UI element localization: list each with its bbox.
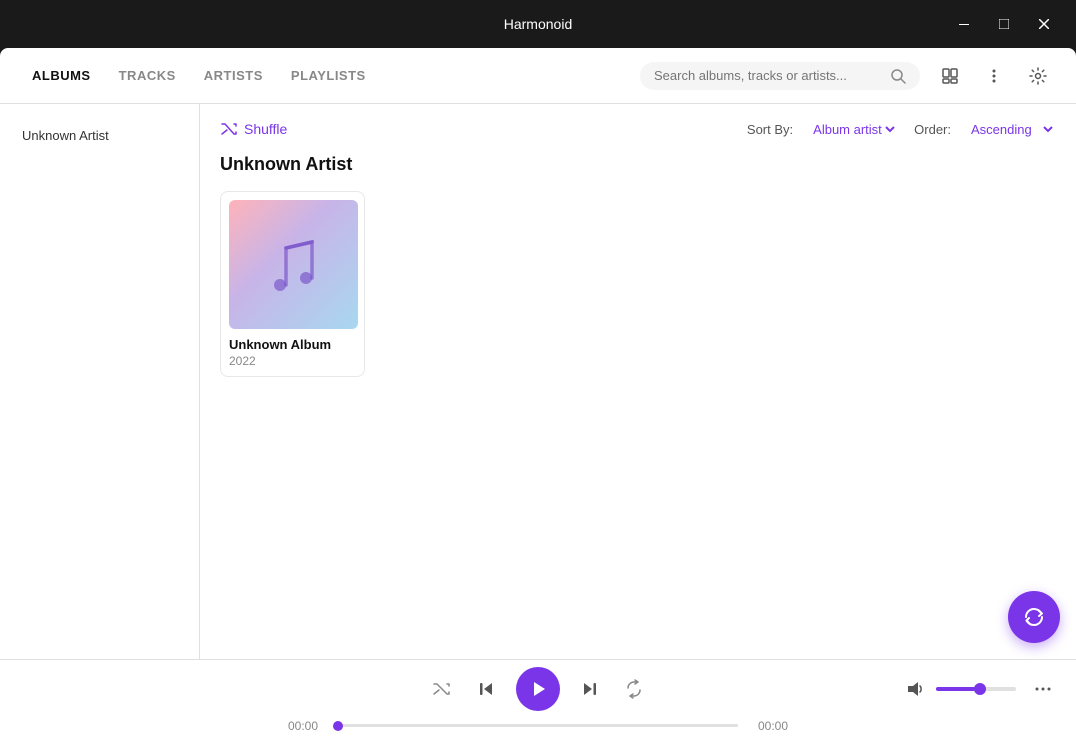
player-shuffle-button[interactable] <box>428 675 456 703</box>
player-shuffle-icon <box>432 679 452 699</box>
album-title: Unknown Album <box>229 337 356 352</box>
player-next-icon <box>580 679 600 699</box>
maximize-button[interactable] <box>988 8 1020 40</box>
time-total: 00:00 <box>748 719 788 733</box>
tab-albums[interactable]: ALBUMS <box>20 60 103 91</box>
player-bar: 00:00 00:00 <box>0 659 1076 739</box>
window-controls <box>948 8 1060 40</box>
progress-track[interactable] <box>338 724 738 727</box>
player-more-icon <box>1034 680 1052 698</box>
minimize-button[interactable] <box>948 8 980 40</box>
top-nav-icons <box>932 58 1056 94</box>
content-header: Shuffle Sort By: Album artist Title Year… <box>220 120 1056 138</box>
volume-button[interactable] <box>902 676 928 702</box>
top-nav: ALBUMS TRACKS ARTISTS PLAYLISTS <box>0 48 1076 104</box>
app-title: Harmonoid <box>504 16 572 32</box>
album-card[interactable]: Unknown Album 2022 <box>220 191 365 377</box>
player-more-button[interactable] <box>1030 676 1056 702</box>
album-year: 2022 <box>229 354 356 368</box>
player-repeat-button[interactable] <box>620 675 648 703</box>
search-container <box>640 62 920 90</box>
volume-slider[interactable] <box>936 687 1016 691</box>
content-area: Unknown Artist Shuffle Sort By: Album ar… <box>0 104 1076 659</box>
progress-container: 00:00 00:00 <box>288 719 788 733</box>
sidebar: Unknown Artist <box>0 104 200 659</box>
volume-icon <box>906 680 924 698</box>
tab-playlists[interactable]: PLAYLISTS <box>279 60 378 91</box>
player-play-button[interactable] <box>516 667 560 711</box>
order-label: Order: <box>914 122 951 137</box>
shuffle-button[interactable]: Shuffle <box>220 120 287 138</box>
player-prev-button[interactable] <box>472 675 500 703</box>
volume-control <box>902 676 1016 702</box>
close-button[interactable] <box>1028 8 1060 40</box>
search-input[interactable] <box>654 68 882 83</box>
nav-tabs: ALBUMS TRACKS ARTISTS PLAYLISTS <box>20 60 640 91</box>
more-options-button[interactable] <box>976 58 1012 94</box>
sort-select[interactable]: Album artist Title Year <box>809 121 898 138</box>
player-controls <box>20 667 1056 711</box>
music-note-icon <box>264 230 324 300</box>
artist-heading: Unknown Artist <box>220 154 1056 175</box>
library-icon-button[interactable] <box>932 58 968 94</box>
album-art <box>229 200 358 329</box>
progress-thumb <box>333 721 343 731</box>
order-select[interactable]: Ascending Descending <box>967 121 1056 138</box>
player-play-icon <box>529 680 547 698</box>
app-container: ALBUMS TRACKS ARTISTS PLAYLISTS <box>0 48 1076 739</box>
player-prev-icon <box>476 679 496 699</box>
sort-label: Sort By: <box>747 122 793 137</box>
tab-artists[interactable]: ARTISTS <box>192 60 275 91</box>
search-icon <box>890 68 906 84</box>
main-content: Shuffle Sort By: Album artist Title Year… <box>200 104 1076 659</box>
refresh-button[interactable] <box>1008 591 1060 643</box>
sidebar-item-unknown-artist[interactable]: Unknown Artist <box>12 120 187 151</box>
titlebar: Harmonoid <box>0 0 1076 48</box>
settings-button[interactable] <box>1020 58 1056 94</box>
player-next-button[interactable] <box>576 675 604 703</box>
player-repeat-icon <box>624 679 644 699</box>
refresh-icon <box>1023 606 1045 628</box>
tab-tracks[interactable]: TRACKS <box>107 60 188 91</box>
sort-order-controls: Sort By: Album artist Title Year Order: … <box>747 121 1056 138</box>
volume-thumb <box>974 683 986 695</box>
shuffle-icon <box>220 120 238 138</box>
time-current: 00:00 <box>288 719 328 733</box>
albums-grid: Unknown Album 2022 <box>220 191 1056 377</box>
